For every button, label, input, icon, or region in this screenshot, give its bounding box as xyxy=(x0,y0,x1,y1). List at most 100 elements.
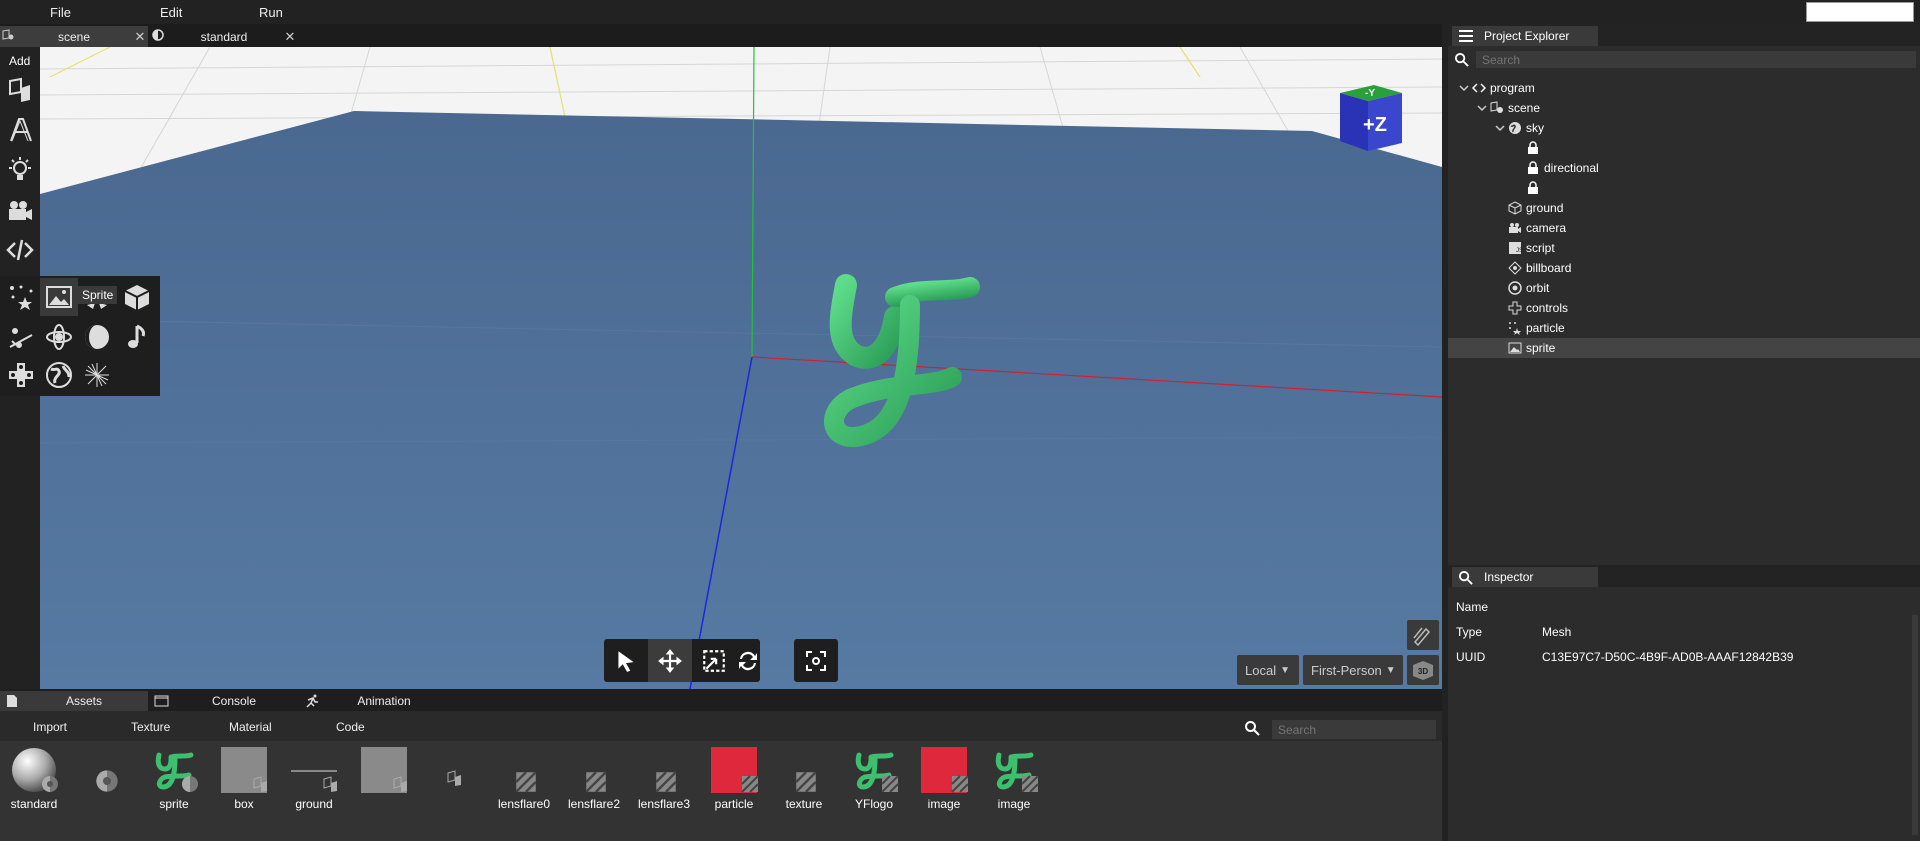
asset-item[interactable]: lensflare0 xyxy=(491,745,557,811)
move-tool-button[interactable] xyxy=(648,639,692,682)
add-text-button[interactable] xyxy=(3,113,37,147)
add-shadow-button[interactable] xyxy=(78,318,116,356)
add-light-button[interactable] xyxy=(3,153,37,187)
tree-item[interactable]: JS script xyxy=(1448,238,1920,258)
tab-standard-label: standard xyxy=(200,29,248,44)
tree-item-label: ground xyxy=(1526,201,1564,215)
tree-item[interactable] xyxy=(1448,138,1920,158)
asset-item[interactable]: particle xyxy=(701,745,767,811)
menu-file[interactable]: File xyxy=(50,5,71,20)
add-physics-button[interactable] xyxy=(2,318,40,356)
asset-item[interactable]: standard xyxy=(1,745,67,811)
tree-item[interactable]: billboard xyxy=(1448,258,1920,278)
inspector-scrollbar[interactable] xyxy=(1912,615,1918,835)
tree-item[interactable]: program xyxy=(1448,78,1920,98)
tree-item[interactable]: particle xyxy=(1448,318,1920,338)
inspector-value[interactable]: C13E97C7-D50C-4B9F-AD0B-AAAF12842B39 xyxy=(1542,650,1793,664)
tree-item-label: particle xyxy=(1526,321,1565,335)
asset-item[interactable]: lensflare2 xyxy=(561,745,627,811)
asset-item[interactable]: sprite xyxy=(141,745,207,811)
select-tool-button[interactable] xyxy=(604,639,648,682)
tab-scene[interactable]: scene ✕ xyxy=(0,26,148,47)
image-icon xyxy=(1508,342,1522,354)
asset-item[interactable] xyxy=(351,745,417,811)
close-icon[interactable]: ✕ xyxy=(132,29,148,45)
add-controls-button[interactable] xyxy=(2,356,40,394)
asset-item[interactable]: YFlogo xyxy=(841,745,907,811)
sky-icon xyxy=(46,362,72,388)
music-icon xyxy=(128,324,145,348)
asset-search-input[interactable] xyxy=(1272,720,1436,739)
asset-item[interactable]: box xyxy=(211,745,277,811)
add-mesh-button[interactable] xyxy=(118,278,156,316)
add-lensflare-button[interactable] xyxy=(78,356,116,394)
tree-item[interactable]: ground xyxy=(1448,198,1920,218)
chevron-down-icon[interactable] xyxy=(1476,102,1488,114)
tab-project-explorer[interactable]: Project Explorer xyxy=(1452,26,1598,46)
texture-badge-icon xyxy=(951,775,969,793)
physics-icon xyxy=(9,328,33,348)
code-icon xyxy=(6,239,34,261)
orientation-cube[interactable]: -Y +Z xyxy=(1330,79,1410,159)
close-icon[interactable]: ✕ xyxy=(282,29,298,45)
tree-item[interactable]: orbit xyxy=(1448,278,1920,298)
asset-item[interactable]: ground xyxy=(281,745,347,811)
rotate-tool-button[interactable] xyxy=(736,639,760,682)
asset-item[interactable]: image xyxy=(911,745,977,811)
tab-animation[interactable]: Animation xyxy=(300,691,448,711)
tree-item[interactable]: sky xyxy=(1448,118,1920,138)
asset-subtab-bar: Import Texture Material Code xyxy=(0,711,1442,741)
add-sky-button[interactable] xyxy=(40,356,78,394)
tab-inspector[interactable]: Inspector xyxy=(1452,567,1598,587)
scene-viewport[interactable]: -Y +Z Local ▼ First-Person ▼ 3D xyxy=(40,47,1442,689)
asset-item[interactable] xyxy=(71,745,137,811)
focus-button[interactable] xyxy=(794,639,838,682)
tree-item[interactable]: sprite xyxy=(1448,338,1920,358)
code-button[interactable]: Code xyxy=(336,720,365,734)
material-badge-icon xyxy=(96,770,118,792)
add-script-button[interactable] xyxy=(3,233,37,267)
tree-item[interactable]: controls xyxy=(1448,298,1920,318)
3d-cube-icon: 3D xyxy=(1413,661,1433,680)
script-icon: JS xyxy=(1509,242,1522,254)
add-audio-button[interactable] xyxy=(118,318,156,356)
explorer-search-input[interactable] xyxy=(1476,51,1916,68)
add-orbit-button[interactable] xyxy=(40,318,78,356)
texture-badge-icon xyxy=(1021,775,1039,793)
import-button[interactable]: Import xyxy=(33,720,67,734)
asset-item[interactable]: lensflare3 xyxy=(631,745,697,811)
camera-mode-select[interactable]: First-Person ▼ xyxy=(1303,655,1403,685)
draw-mode-button[interactable] xyxy=(1407,620,1439,650)
add-camera-button[interactable] xyxy=(3,193,37,227)
add-particles-button[interactable] xyxy=(2,278,40,316)
tree-item[interactable]: directional xyxy=(1448,158,1920,178)
texture-button[interactable]: Texture xyxy=(131,720,170,734)
tab-standard[interactable]: standard ✕ xyxy=(150,26,298,47)
inspector-row: UUID C13E97C7-D50C-4B9F-AD0B-AAAF12842B39 xyxy=(1452,647,1892,667)
tab-console[interactable]: Console xyxy=(150,691,298,711)
menu-run[interactable]: Run xyxy=(259,5,283,20)
scale-tool-button[interactable] xyxy=(692,639,736,682)
asset-name: image xyxy=(997,797,1031,811)
material-badge-icon xyxy=(42,776,58,792)
inspector-value[interactable]: Mesh xyxy=(1542,625,1571,639)
chevron-down-icon[interactable] xyxy=(1494,122,1506,134)
asset-item[interactable] xyxy=(421,745,487,811)
asset-item[interactable]: texture xyxy=(771,745,837,811)
chevron-down-icon: ▼ xyxy=(1280,664,1290,676)
language-select[interactable] xyxy=(1806,2,1914,22)
view-3d-button[interactable]: 3D xyxy=(1407,655,1439,685)
space-select[interactable]: Local ▼ xyxy=(1237,655,1299,685)
tree-item[interactable]: camera xyxy=(1448,218,1920,238)
material-badge-icon xyxy=(182,776,198,792)
chevron-down-icon[interactable] xyxy=(1458,82,1470,94)
asset-name: lensflare3 xyxy=(637,797,691,811)
add-box-button[interactable] xyxy=(3,73,37,107)
tab-assets[interactable]: Assets xyxy=(0,691,148,711)
add-sprite-button[interactable] xyxy=(40,278,78,316)
asset-item[interactable]: image xyxy=(981,745,1047,811)
material-button[interactable]: Material xyxy=(229,720,272,734)
menu-edit[interactable]: Edit xyxy=(160,5,182,20)
tree-item[interactable] xyxy=(1448,178,1920,198)
tree-item[interactable]: scene xyxy=(1448,98,1920,118)
